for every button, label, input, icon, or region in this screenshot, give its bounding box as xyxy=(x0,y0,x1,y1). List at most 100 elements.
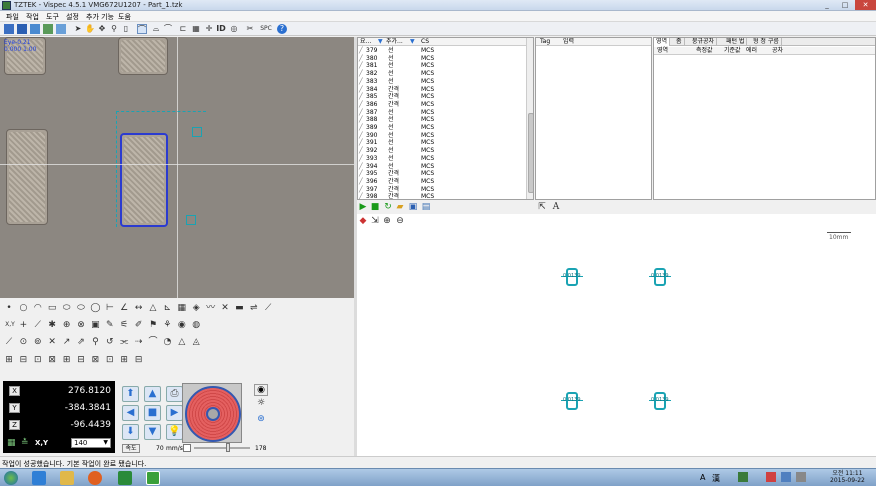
y-axis-button[interactable]: Y xyxy=(9,403,20,413)
menu-file[interactable]: 파일 xyxy=(6,12,19,22)
chart10-tool-icon[interactable]: ⊟ xyxy=(134,355,144,365)
tab-tolerance[interactable]: 붕규공차 xyxy=(690,38,718,46)
chart5-tool-icon[interactable]: ⊞ xyxy=(62,355,72,365)
save-icon[interactable] xyxy=(17,24,27,34)
loop-tool-icon[interactable]: ↺ xyxy=(105,337,115,347)
point-tool-icon[interactable]: • xyxy=(4,303,14,313)
zoom-out-icon[interactable]: ⊖ xyxy=(395,216,405,226)
square-tool-icon[interactable]: ▣ xyxy=(90,320,100,330)
run-icon[interactable]: ▶ xyxy=(358,202,368,212)
maximize-button[interactable]: □ xyxy=(836,0,854,10)
curve-tool-icon[interactable]: 〰 xyxy=(206,303,216,313)
curve-mode-icon[interactable]: ⌒ xyxy=(163,24,173,34)
frame-icon[interactable]: ⊏ xyxy=(178,24,188,34)
graphic-view[interactable]: ◆ ⇲ ⊕ ⊖ 10mm 0.0139 0.0139 0.0139 0.0139 xyxy=(357,214,876,464)
zero-icon[interactable]: ▦ xyxy=(7,438,16,448)
media-icon[interactable] xyxy=(88,471,102,485)
col-input[interactable]: 입력 xyxy=(563,38,574,46)
ring-light-center[interactable] xyxy=(206,407,220,421)
report-icon[interactable] xyxy=(56,24,66,34)
jog-down[interactable]: ▼ xyxy=(144,424,161,440)
set-icon[interactable]: ≛ xyxy=(21,438,29,448)
explorer-icon[interactable] xyxy=(60,471,74,485)
spc-button[interactable]: SPC xyxy=(258,24,274,34)
chart3-tool-icon[interactable]: ⊡ xyxy=(33,355,43,365)
pointer-icon[interactable]: ➤ xyxy=(73,24,83,34)
coaxial-light-icon[interactable]: ◉ xyxy=(254,384,268,396)
pattern-tool-icon[interactable]: ◈ xyxy=(191,303,201,313)
circle-c-tool-icon[interactable]: ⊙ xyxy=(18,337,28,347)
distance-tool-icon[interactable]: ⊢ xyxy=(105,303,115,313)
measured-feature[interactable]: 0.0139 xyxy=(561,390,583,412)
grid-tool-icon[interactable]: ▦ xyxy=(177,303,187,313)
delta-tool-icon[interactable]: ◬ xyxy=(191,337,201,347)
measured-feature[interactable]: 0.0139 xyxy=(561,266,583,288)
offset-tool-icon[interactable]: ⇢ xyxy=(134,337,144,347)
tab-zoom[interactable]: 좀 xyxy=(674,38,685,46)
ring-light-panel[interactable] xyxy=(182,383,242,443)
col-error[interactable]: 에러 xyxy=(746,47,757,55)
minimize-button[interactable]: _ xyxy=(818,0,836,10)
menu-tools[interactable]: 도구 xyxy=(46,12,59,22)
line-tool-icon[interactable]: ⟋ xyxy=(4,337,14,347)
jog-print[interactable]: ⎙ xyxy=(166,386,183,402)
cursor-icon[interactable]: ⇱ xyxy=(537,202,547,212)
pen-tool-icon[interactable]: ✎ xyxy=(105,320,115,330)
tab-area[interactable]: 영역 xyxy=(654,38,671,46)
col-type[interactable]: 추가... xyxy=(386,38,403,46)
step-icon[interactable]: ↻ xyxy=(383,202,393,212)
col-area[interactable]: 영역 xyxy=(657,47,668,55)
ring-tool-icon[interactable]: ◯ xyxy=(90,303,100,313)
tag-tool-icon[interactable]: ⚑ xyxy=(148,320,158,330)
lens-icon[interactable]: ⊛ xyxy=(254,414,268,426)
crosshair-icon[interactable]: ✛ xyxy=(204,24,214,34)
x-axis-button[interactable]: X xyxy=(9,386,20,396)
edge-mode-icon[interactable]: ⌒ xyxy=(137,24,147,34)
chart2-tool-icon[interactable]: ⊟ xyxy=(18,355,28,365)
arrow-tool-icon[interactable]: ↗ xyxy=(62,337,72,347)
jog-up[interactable]: ▲ xyxy=(144,386,161,402)
col-cs[interactable]: CS xyxy=(421,38,429,46)
triangle-tool-icon[interactable]: △ xyxy=(148,303,158,313)
ellipse-tool-icon[interactable]: ⬭ xyxy=(76,303,86,313)
right-angle-tool-icon[interactable]: ⊾ xyxy=(162,303,172,313)
ruler2-tool-icon[interactable]: ⚟ xyxy=(119,320,129,330)
id-button[interactable]: ID xyxy=(215,24,227,34)
col-tag[interactable]: Tag xyxy=(540,38,550,46)
circle-icon[interactable]: ◎ xyxy=(229,24,239,34)
col-nominal[interactable]: 기준값 xyxy=(724,47,741,55)
page-icon[interactable]: ▯ xyxy=(121,24,131,34)
plus-tool-icon[interactable]: + xyxy=(18,320,28,330)
col-measured[interactable]: 측정값 xyxy=(696,47,713,55)
menu-help[interactable]: 도움 xyxy=(118,12,131,22)
clock[interactable]: 오전 11:11 2015-09-22 xyxy=(830,470,865,484)
arc-mode-icon[interactable]: ⌓ xyxy=(151,24,161,34)
target2-tool-icon[interactable]: ◍ xyxy=(191,320,201,330)
camera-view[interactable]: Eye-0.21 0.000 1.00 xyxy=(0,37,354,298)
chart9-tool-icon[interactable]: ⊞ xyxy=(119,355,129,365)
close-button[interactable]: ✕ xyxy=(855,0,876,10)
jog-light[interactable]: 💡 xyxy=(166,424,183,440)
tools-icon[interactable]: ✂ xyxy=(245,24,255,34)
table-row[interactable]: ╱ 398 간격 MCS xyxy=(358,193,524,199)
scope-tool-icon[interactable]: ◉ xyxy=(177,320,187,330)
pin-tool-icon[interactable]: ⚲ xyxy=(90,337,100,347)
slash-tool-icon[interactable]: ⟋ xyxy=(263,303,273,313)
open-folder-icon[interactable]: ▰ xyxy=(395,202,405,212)
save-as-icon[interactable] xyxy=(30,24,40,34)
jog-down-left[interactable]: ⬇ xyxy=(122,424,139,440)
xy-toggle[interactable]: X,Y xyxy=(35,439,48,447)
target-tool-icon[interactable]: ⚘ xyxy=(162,320,172,330)
speed-checkbox[interactable] xyxy=(183,444,191,452)
circle-2-tool-icon[interactable]: ⊕ xyxy=(62,320,72,330)
width-tool-icon[interactable]: ↔ xyxy=(134,303,144,313)
chart7-tool-icon[interactable]: ⊠ xyxy=(90,355,100,365)
arc-tool-icon[interactable]: ◠ xyxy=(33,303,43,313)
dim-line-tool-icon[interactable]: ⇌ xyxy=(249,303,259,313)
3d-view-icon[interactable]: ◆ xyxy=(358,216,368,226)
ring-light[interactable] xyxy=(185,386,241,442)
ruler-tool-icon[interactable]: ▬ xyxy=(234,303,244,313)
speed-slider[interactable] xyxy=(194,447,250,449)
zoom-icon[interactable]: ⚲ xyxy=(109,24,119,34)
rect-tool-icon[interactable]: ▭ xyxy=(47,303,57,313)
